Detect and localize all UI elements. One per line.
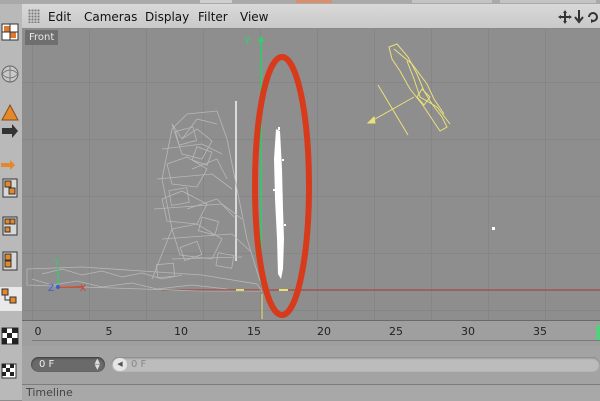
zoom-view-icon[interactable]: [573, 10, 585, 24]
object-tree-icon: [1, 288, 17, 304]
move-view-icon[interactable]: [558, 10, 572, 24]
viewport-canvas[interactable]: Y Y Z X: [22, 29, 600, 320]
object-y-label: Y: [243, 35, 251, 48]
checker-button[interactable]: [0, 326, 22, 350]
frame-slider-value: 0 F: [131, 359, 147, 370]
tick-label: 5: [105, 325, 113, 338]
move-arrow-icon: [2, 124, 18, 138]
arrow-button[interactable]: [0, 154, 22, 178]
menu-cameras[interactable]: Cameras: [84, 10, 137, 24]
cube-array-button[interactable]: [0, 176, 22, 200]
current-frame-field[interactable]: 0 F ▲ ▼: [31, 357, 105, 372]
stepper-arrows-icon[interactable]: ▲ ▼: [95, 358, 100, 371]
timeline-label: Timeline: [26, 386, 73, 399]
tick-label: 30: [461, 325, 475, 338]
left-toolbar: [0, 4, 23, 400]
checker-small-button[interactable]: [0, 362, 22, 386]
grip-handle-icon[interactable]: [28, 9, 40, 23]
viewport-label: Front: [25, 30, 59, 45]
rotate-view-icon[interactable]: [587, 10, 599, 24]
front-viewport[interactable]: Y Y Z X Front: [22, 29, 600, 320]
viewport-menubar: Edit Cameras Display Filter View: [22, 4, 600, 29]
tab-segment: [500, 0, 596, 3]
cube-stack-button[interactable]: [0, 249, 22, 273]
tick-label: 0: [34, 325, 42, 338]
timeline-panel-bar: Timeline: [22, 384, 600, 401]
sphere-object-button[interactable]: [0, 62, 22, 86]
tick-label: 35: [533, 325, 547, 338]
menu-filter[interactable]: Filter: [198, 10, 228, 24]
svg-text:Z: Z: [48, 284, 54, 294]
view-navigation: [558, 9, 598, 25]
tab-segment-active: [296, 0, 332, 3]
render-settings-button[interactable]: [0, 22, 22, 46]
frame-slider[interactable]: ◀ 0 F: [111, 357, 600, 372]
svg-text:X: X: [80, 284, 86, 294]
tick-label: 10: [174, 325, 188, 338]
menu-edit[interactable]: Edit: [48, 10, 71, 24]
tick-label: 20: [317, 325, 331, 338]
cube-grid-icon: [2, 216, 18, 236]
sphere-object-icon: [1, 65, 19, 83]
checker-icon: [1, 327, 19, 345]
menu-view[interactable]: View: [240, 10, 268, 24]
tick-label: 15: [247, 325, 261, 338]
cube-stack-icon: [2, 251, 18, 271]
playhead-indicator[interactable]: [596, 325, 600, 340]
checker-small-icon: [1, 363, 17, 379]
tab-segment: [412, 0, 492, 3]
current-frame-value: 0 F: [39, 359, 55, 370]
move-arrow-button[interactable]: [0, 120, 22, 144]
timeline-ruler[interactable]: 0 5 10 15 20 25 30 35: [22, 320, 600, 347]
svg-text:Y: Y: [53, 258, 60, 268]
cube-array-icon: [2, 178, 18, 198]
point-marker: [492, 227, 495, 230]
object-tree-button[interactable]: [0, 287, 22, 311]
timeline-controls: 0 F ▲ ▼ ◀ 0 F: [22, 346, 600, 384]
menu-display[interactable]: Display: [145, 10, 189, 24]
slider-knob-icon[interactable]: ◀: [113, 358, 127, 371]
cube-grid-button[interactable]: [0, 214, 22, 238]
arrow-icon: [1, 160, 15, 170]
tick-label: 25: [389, 325, 403, 338]
render-settings-icon: [1, 23, 19, 41]
tab-segment: [200, 0, 232, 3]
